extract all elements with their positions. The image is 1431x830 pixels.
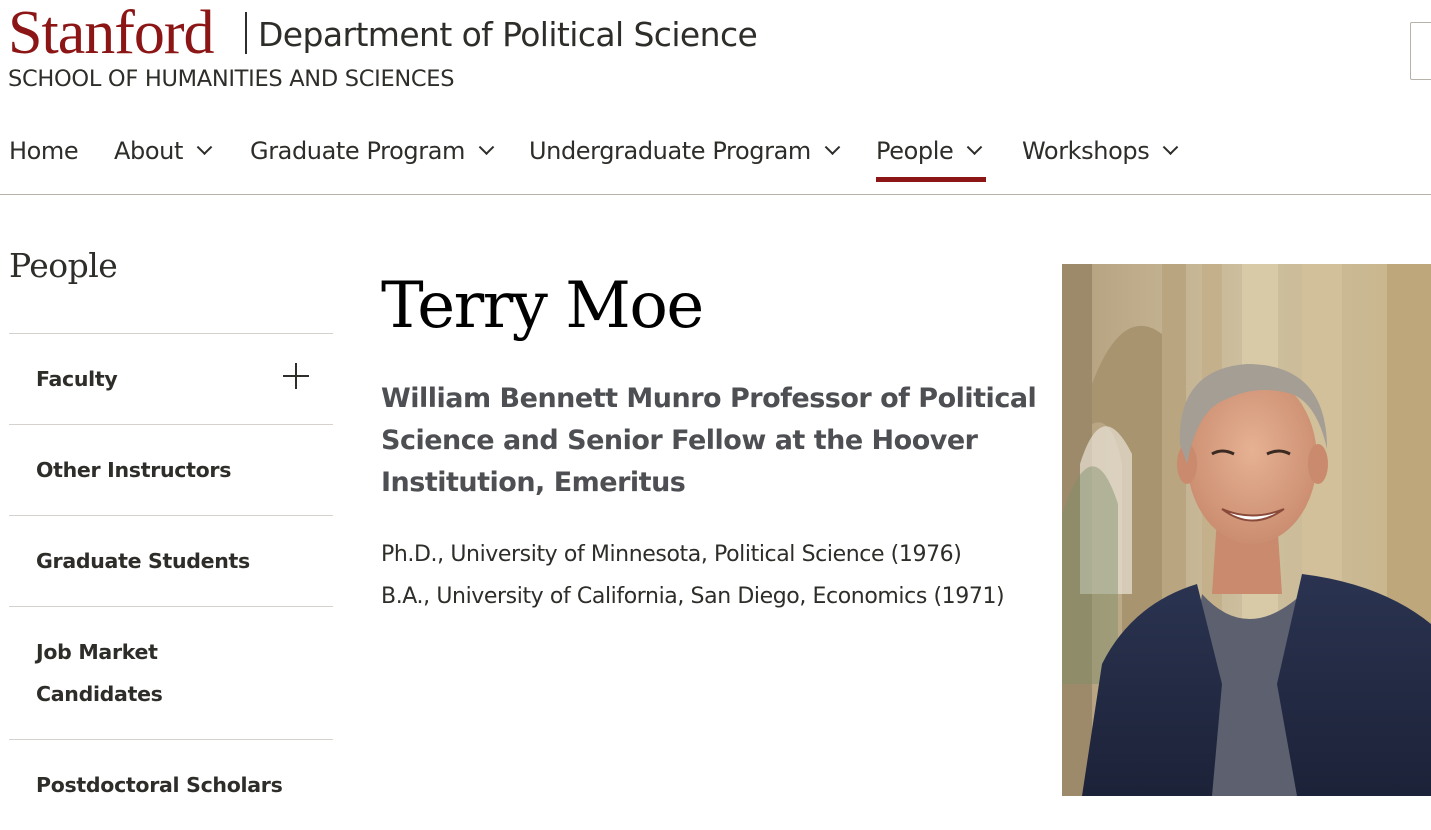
nav-workshops[interactable]: Workshops xyxy=(1022,120,1179,182)
profile-photo xyxy=(1062,264,1431,796)
chevron-down-icon xyxy=(1163,138,1179,155)
sidebar-item-postdoctoral-scholars[interactable]: Postdoctoral Scholars xyxy=(9,739,333,830)
sidebar-item-label: Postdoctoral Scholars xyxy=(36,773,283,797)
degree-item: B.A., University of California, San Dieg… xyxy=(381,584,1005,609)
sidebar-item-label: Faculty xyxy=(36,367,118,391)
sidebar-item-label: Other Instructors xyxy=(36,458,232,482)
chevron-down-icon xyxy=(478,138,495,155)
degree-item: Ph.D., University of Minnesota, Politica… xyxy=(381,542,962,567)
logo-divider xyxy=(245,12,247,54)
nav-people-label: People xyxy=(876,137,954,165)
main-navigation: Home About Graduate Program Undergraduat… xyxy=(0,120,1431,195)
plus-icon[interactable] xyxy=(283,363,309,389)
sidebar-item-label: Graduate Students xyxy=(36,549,250,573)
profile-title: William Bennett Munro Professor of Polit… xyxy=(381,383,1037,498)
portrait-image xyxy=(1062,264,1431,796)
chevron-down-icon xyxy=(967,138,983,155)
nav-workshops-label: Workshops xyxy=(1022,137,1150,165)
sidebar-item-faculty[interactable]: Faculty xyxy=(9,333,333,424)
sidebar-item-graduate-students[interactable]: Graduate Students xyxy=(9,515,333,606)
nav-about-label: About xyxy=(114,137,183,165)
sidebar-item-job-market-candidates[interactable]: Job Market Candidates xyxy=(9,606,333,739)
chevron-down-icon xyxy=(196,138,213,155)
sidebar-title: People xyxy=(9,246,118,285)
department-name[interactable]: Department of Political Science xyxy=(258,14,758,56)
search-input[interactable] xyxy=(1410,22,1431,80)
nav-about[interactable]: About xyxy=(114,120,213,182)
degrees-list: Ph.D., University of Minnesota, Politica… xyxy=(381,534,1005,618)
school-name[interactable]: SCHOOL OF HUMANITIES AND SCIENCES xyxy=(8,64,455,94)
stanford-logo[interactable]: Stanford xyxy=(8,2,215,64)
sidebar-list: Faculty Other Instructors Graduate Stude… xyxy=(9,333,333,830)
sidebar-item-label: Job Market Candidates xyxy=(36,640,163,706)
nav-home[interactable]: Home xyxy=(9,120,79,182)
page-title: Terry Moe xyxy=(381,269,704,343)
sidebar-item-other-instructors[interactable]: Other Instructors xyxy=(9,424,333,515)
nav-undergraduate-program-label: Undergraduate Program xyxy=(529,137,811,165)
nav-undergraduate-program[interactable]: Undergraduate Program xyxy=(529,120,841,182)
nav-people[interactable]: People xyxy=(876,120,983,182)
nav-home-label: Home xyxy=(9,137,79,165)
chevron-down-icon xyxy=(824,138,841,155)
nav-active-indicator xyxy=(876,177,986,182)
nav-graduate-program[interactable]: Graduate Program xyxy=(250,120,495,182)
nav-graduate-program-label: Graduate Program xyxy=(250,137,465,165)
